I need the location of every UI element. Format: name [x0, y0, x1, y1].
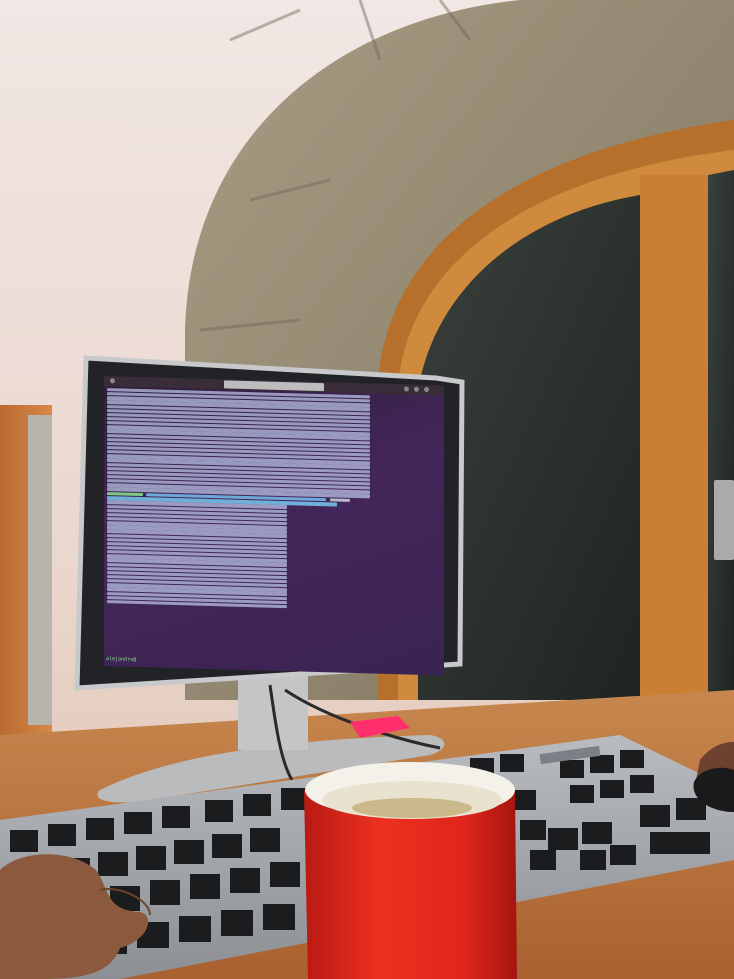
prompt-user-host: [107, 491, 143, 496]
maximize-icon[interactable]: [414, 386, 419, 392]
window-menu-icon[interactable]: [110, 378, 115, 384]
door-handle: [714, 480, 734, 560]
prompt-command: [330, 497, 350, 502]
minimize-icon[interactable]: [404, 386, 409, 392]
terminal-output: [104, 388, 444, 613]
terminal-window-title: [224, 380, 324, 392]
close-icon[interactable]: [424, 386, 429, 393]
terminal-screen: alejandro@: [104, 376, 444, 676]
door-mullion: [640, 175, 708, 700]
terminal-prompt: alejandro@: [106, 656, 137, 663]
